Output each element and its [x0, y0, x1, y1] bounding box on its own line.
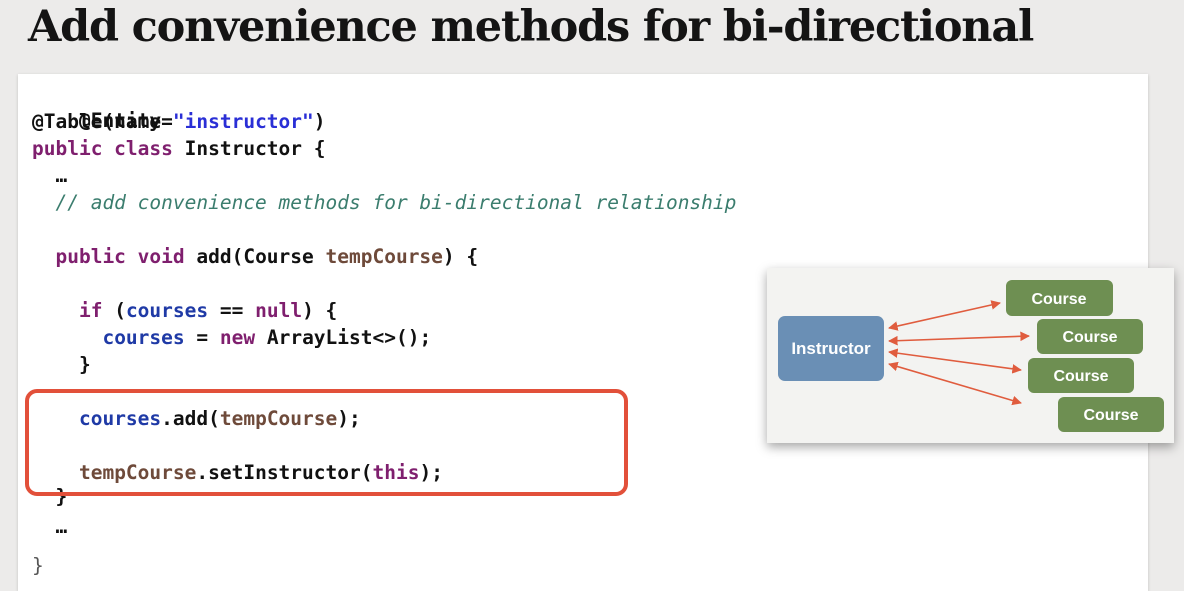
keyword-public-class: public class [32, 137, 173, 160]
arrow-to-course-2 [888, 331, 1030, 346]
string-literal-instructor: "instructor" [172, 110, 314, 133]
keyword-new: new [219, 326, 256, 349]
code-line-18: } [32, 553, 44, 579]
code-line-3: public class Instructor { [32, 136, 326, 162]
code-line-7: public void add(Course tempCourse) { [32, 244, 478, 270]
code-line-17: … [32, 514, 67, 540]
code-line-4: … [32, 163, 67, 189]
relationship-diagram: Instructor Course Course Course Course [767, 268, 1174, 443]
method-signature: add(Course [184, 245, 326, 268]
class-close-brace: } [32, 554, 44, 577]
method-signature-end: ) { [442, 245, 479, 268]
param-tempcourse: tempCourse [325, 245, 443, 268]
highlight-box [25, 389, 628, 496]
course-node-4-label: Course [1083, 407, 1138, 424]
arrow-to-course-3 [888, 348, 1022, 374]
paren-open: ( [102, 299, 126, 322]
keyword-if: if [78, 299, 103, 322]
arrow-to-course-4 [888, 361, 1022, 406]
course-node-3-label: Course [1053, 368, 1108, 385]
course-node-1-label: Course [1031, 291, 1086, 308]
code-line-2: @Table(name="instructor") [32, 109, 326, 135]
operator-assign: = [184, 326, 220, 349]
ellipsis-top: … [32, 164, 68, 187]
instructor-node-label: Instructor [791, 339, 871, 358]
if-close-brace: } [32, 353, 91, 376]
field-courses: courses [125, 299, 209, 322]
code-comment: // add convenience methods for bi-direct… [32, 191, 737, 214]
code-line-11: } [32, 352, 91, 378]
code-line-9: if (courses == null) { [32, 298, 337, 324]
code-line-5: // add convenience methods for bi-direct… [32, 190, 736, 216]
arrow-to-course-1 [888, 300, 1001, 331]
keyword-public-void: public void [55, 245, 185, 268]
annotation-table: @Table(name= [32, 110, 173, 133]
keyword-null: null [255, 299, 303, 322]
operator-equals: == [208, 299, 256, 322]
class-declaration: Instructor { [172, 137, 326, 160]
field-courses: courses [102, 326, 185, 349]
arraylist-constructor: ArrayList<>(); [255, 326, 432, 349]
ellipsis-bottom: … [32, 515, 68, 538]
code-line-1: @Entity [32, 82, 161, 132]
annotation-close: ) [313, 110, 326, 133]
course-node-2-label: Course [1062, 329, 1117, 346]
diagram-canvas: Instructor Course Course Course Course [778, 280, 1164, 432]
slide-title: Add convenience methods for bi-direction… [28, 2, 1034, 52]
paren-close: ) { [302, 299, 338, 322]
code-line-10: courses = new ArrayList<>(); [32, 325, 431, 351]
